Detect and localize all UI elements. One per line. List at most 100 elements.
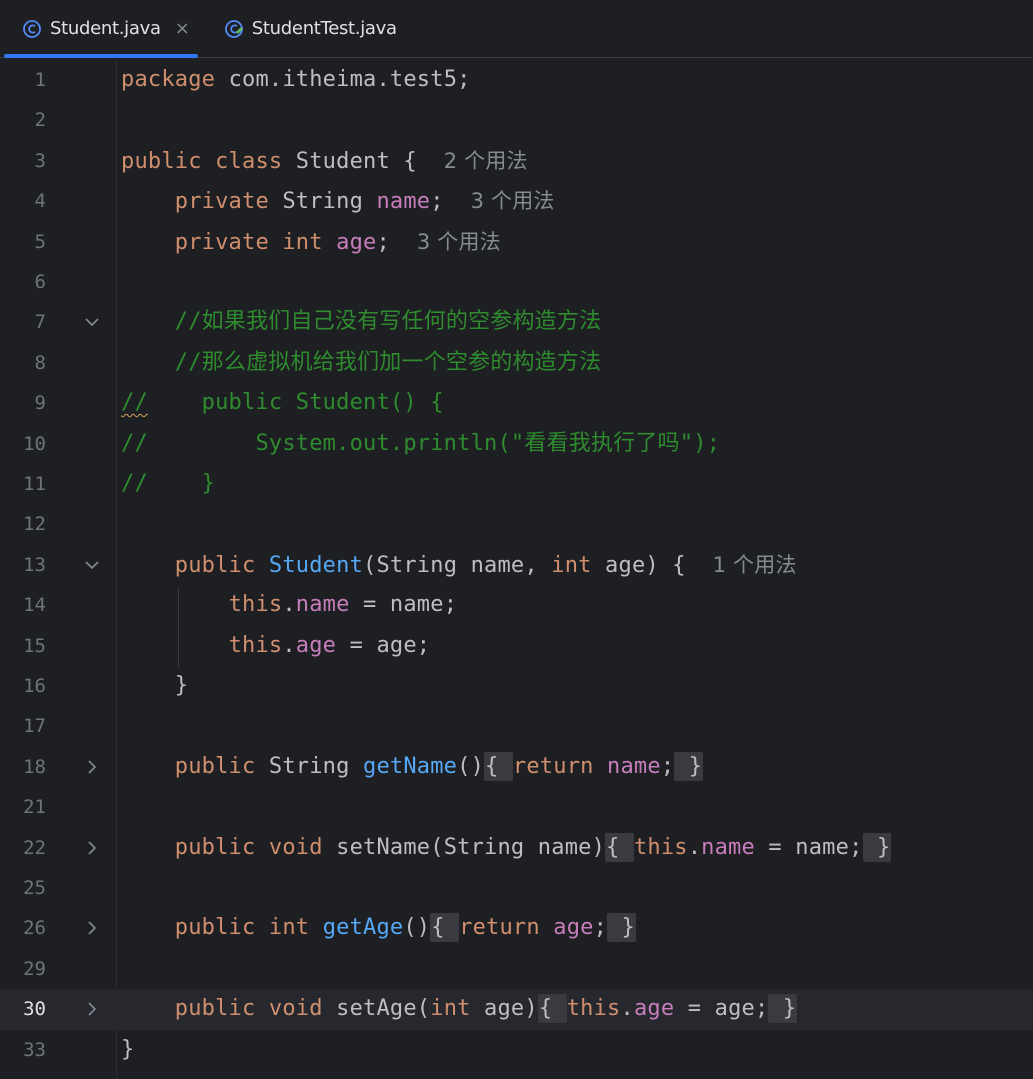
code-text[interactable]: } [121,1030,134,1070]
line-number[interactable]: 10 [0,424,46,464]
code-line[interactable]: 21 [0,787,1033,827]
code-line[interactable]: 29 [0,949,1033,989]
code-text[interactable]: public class Student { 2 个用法 [121,141,528,182]
chevron-down-icon[interactable] [82,314,102,330]
code-text[interactable]: this.age = age; [121,626,431,666]
code-text[interactable]: public String getName(){ return name; } [121,747,704,787]
code-line[interactable]: 15 this.age = age; [0,626,1033,666]
code-text[interactable]: //如果我们自己没有写任何的空参构造方法 [121,302,601,342]
line-number[interactable]: 26 [0,908,46,948]
code-editor[interactable]: 1 package com.itheima.test5; 2 3 public clas… [0,60,1033,1079]
code-line[interactable]: 14 this.name = name; [0,585,1033,625]
line-number[interactable]: 25 [0,868,46,908]
code-token: = name; [754,834,863,860]
code-text[interactable]: public void setAge(int age){ this.age = … [121,989,798,1029]
line-number[interactable]: 17 [0,706,46,746]
chevron-down-icon[interactable] [82,557,102,573]
code-text[interactable]: // System.out.println("看看我执行了吗"); [121,424,720,464]
line-number[interactable]: 4 [0,181,46,221]
code-text[interactable]: package com.itheima.test5; [121,60,471,100]
code-line[interactable]: 33} [0,1030,1033,1070]
usage-hint: 1 个用法 [712,552,797,577]
code-line[interactable]: 5 private int age; 3 个用法 [0,222,1033,262]
code-token: (String name, [363,552,552,578]
chevron-right-icon[interactable] [82,1001,102,1017]
code-line[interactable]: 25 [0,868,1033,908]
usage-hint: 3 个用法 [416,229,501,254]
chevron-right-icon[interactable] [82,759,102,775]
code-text[interactable]: } [121,666,188,706]
comment-token: //那么虚拟机给我们加一个空参的构造方法 [174,349,602,375]
folded-block[interactable]: { [605,832,634,862]
comment-token: // [121,390,148,416]
line-number[interactable]: 7 [0,302,46,342]
code-line[interactable]: 1 package com.itheima.test5; [0,60,1033,100]
folded-block[interactable]: } [674,751,704,781]
line-number[interactable]: 9 [0,383,46,423]
code-line[interactable]: 7 //如果我们自己没有写任何的空参构造方法 [0,302,1033,342]
code-line[interactable]: 18 public String getName(){ return name;… [0,747,1033,787]
folded-block[interactable]: { [484,751,513,781]
line-number[interactable]: 6 [0,262,46,302]
folded-block[interactable]: } [862,832,892,862]
line-number[interactable]: 29 [0,949,46,989]
code-token: = name; [349,592,458,618]
code-text[interactable]: private int age; 3 个用法 [121,222,501,263]
line-number[interactable]: 1 [0,60,46,100]
folded-block[interactable]: { [537,994,567,1024]
line-number[interactable]: 18 [0,747,46,787]
code-line[interactable]: 2 [0,100,1033,140]
tab-studenttest-java[interactable]: StudentTest.java [202,0,409,57]
line-number[interactable]: 15 [0,626,46,666]
code-line[interactable]: 16 } [0,666,1033,706]
line-number[interactable]: 13 [0,545,46,585]
code-line[interactable]: 30 public void setAge(int age){ this.age… [0,989,1033,1030]
code-text[interactable]: public int getAge(){ return age; } [121,908,636,948]
line-number[interactable]: 21 [0,787,46,827]
tab-label: Student.java [50,18,161,39]
close-icon[interactable]: × [175,19,190,38]
code-line[interactable]: 26 public int getAge(){ return age; } [0,908,1033,948]
code-line[interactable]: 12 [0,504,1033,544]
code-line[interactable]: 6 [0,262,1033,302]
code-token: . [282,632,296,658]
keyword-token: int [430,996,471,1022]
code-text[interactable]: public void setName(String name){ this.n… [121,828,892,868]
code-line[interactable]: 10 // System.out.println("看看我执行了吗"); [0,424,1033,464]
chevron-right-icon[interactable] [82,840,102,856]
line-number[interactable]: 8 [0,343,46,383]
folded-block[interactable]: { [430,913,460,943]
line-number[interactable]: 5 [0,222,46,262]
ide-window: Student.java × StudentTest.java 1 package… [0,0,1033,1079]
code-text[interactable]: // public Student() { [121,383,444,423]
chevron-right-icon[interactable] [82,920,102,936]
code-line[interactable]: 4 private String name; 3 个用法 [0,181,1033,221]
line-number[interactable]: 22 [0,828,46,868]
code-line[interactable]: 3 public class Student { 2 个用法 [0,141,1033,181]
code-text[interactable]: //那么虚拟机给我们加一个空参的构造方法 [121,343,601,383]
line-number[interactable]: 11 [0,464,46,504]
code-text[interactable]: private String name; 3 个用法 [121,181,555,222]
line-number[interactable]: 16 [0,666,46,706]
line-number[interactable]: 3 [0,141,46,181]
line-number[interactable]: 14 [0,585,46,625]
code-line[interactable]: 9 // public Student() { [0,383,1033,423]
code-text[interactable]: public Student(String name, int age) { 1… [121,545,797,586]
line-number[interactable]: 12 [0,504,46,544]
code-line[interactable]: 17 [0,706,1033,746]
line-number[interactable]: 2 [0,100,46,140]
folded-block[interactable]: } [607,913,636,943]
code-text[interactable]: // } [121,464,215,504]
code-line[interactable]: 8 //那么虚拟机给我们加一个空参的构造方法 [0,343,1033,383]
code-text[interactable]: this.name = name; [121,585,457,625]
tab-student-java[interactable]: Student.java × [0,0,202,58]
line-number[interactable]: 30 [0,989,46,1029]
code-line[interactable]: 13 public Student(String name, int age) … [0,545,1033,585]
code-token: ; [660,753,675,779]
code-line[interactable]: 11 // } [0,464,1033,504]
code-line[interactable]: 22 public void setName(String name){ thi… [0,828,1033,868]
folded-block[interactable]: } [768,994,798,1024]
line-number[interactable]: 33 [0,1030,46,1070]
